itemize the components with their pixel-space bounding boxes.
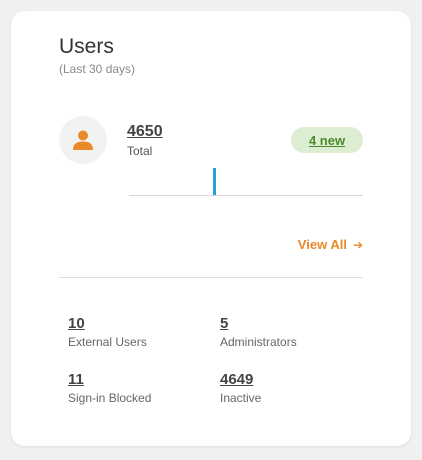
user-avatar (59, 116, 107, 164)
total-users-label: Total (127, 144, 153, 158)
stat-value[interactable]: 10 (68, 315, 85, 333)
stat-sign-in-blocked: 11 Sign-in Blocked (68, 371, 208, 405)
stat-label: Sign-in Blocked (68, 391, 152, 405)
total-users-value[interactable]: 4650 (127, 123, 163, 141)
stat-value[interactable]: 11 (68, 371, 84, 389)
new-users-badge[interactable]: 4 new (291, 127, 363, 153)
card-subtitle: (Last 30 days) (59, 62, 136, 76)
user-icon (73, 130, 93, 150)
stat-external-users: 10 External Users (68, 315, 208, 349)
sparkline-bar (213, 168, 216, 195)
stat-value[interactable]: 5 (220, 315, 228, 333)
stat-label: Administrators (220, 335, 297, 349)
users-card: Users (Last 30 days) 4650 Total 4 new Vi… (11, 11, 411, 446)
view-all-link[interactable]: View All ➔ (298, 237, 363, 253)
arrow-right-icon: ➔ (352, 238, 363, 252)
users-sparkline (129, 168, 363, 196)
stat-inactive: 4649 Inactive (220, 371, 360, 405)
stat-value[interactable]: 4649 (220, 371, 253, 389)
card-title: Users (59, 35, 114, 58)
stat-administrators: 5 Administrators (220, 315, 360, 349)
view-all-label: View All (297, 237, 347, 252)
section-divider (59, 277, 363, 278)
stat-label: Inactive (220, 391, 262, 405)
stat-label: External Users (68, 335, 147, 349)
